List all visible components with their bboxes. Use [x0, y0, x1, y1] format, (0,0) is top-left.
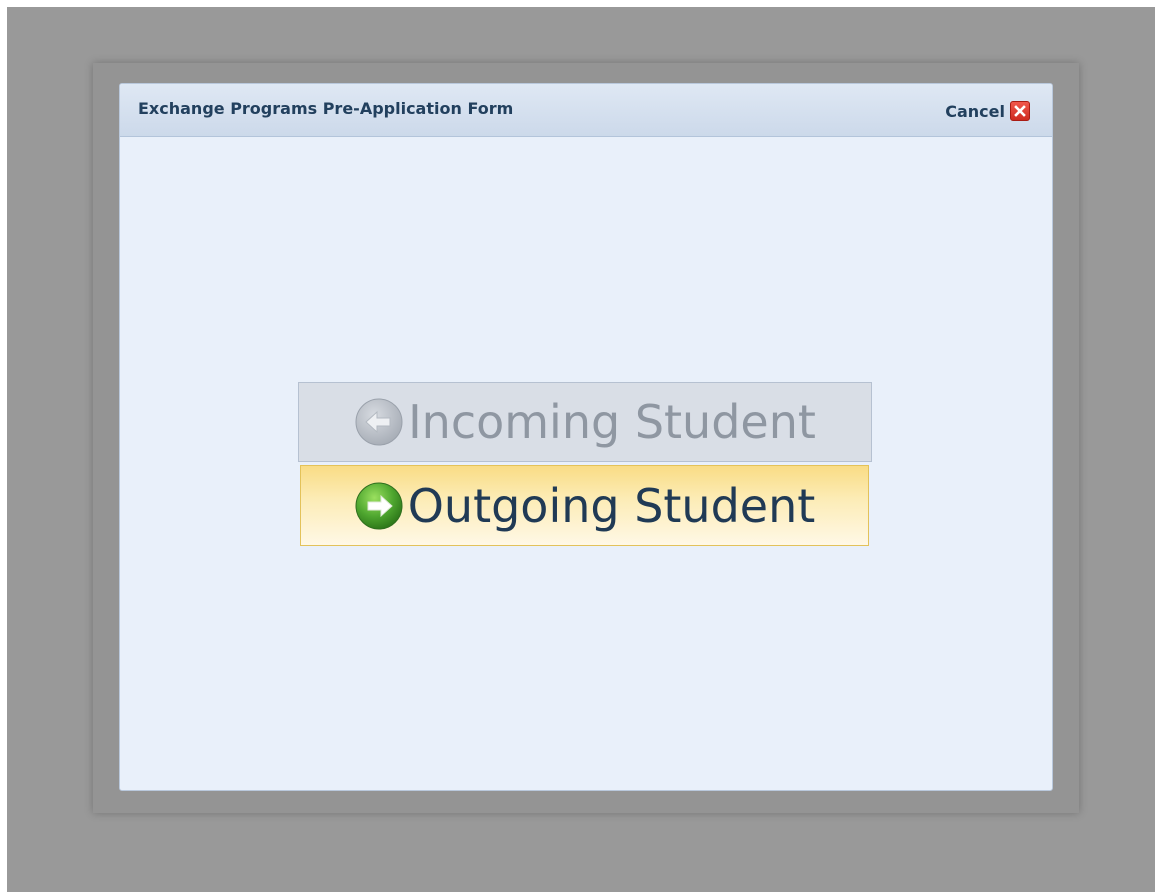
close-icon[interactable] [1010, 101, 1030, 121]
outgoing-student-button[interactable]: Outgoing Student [300, 465, 869, 546]
incoming-student-label: Incoming Student [408, 395, 816, 449]
cancel-button[interactable]: Cancel [945, 100, 1030, 122]
cancel-label: Cancel [945, 101, 1005, 121]
arrow-right-circle-icon [354, 481, 404, 531]
arrow-left-circle-icon [354, 397, 404, 447]
incoming-student-button[interactable]: Incoming Student [298, 382, 872, 462]
dialog-titlebar: Exchange Programs Pre-Application Form C… [120, 84, 1052, 137]
pre-application-dialog: Exchange Programs Pre-Application Form C… [119, 83, 1053, 791]
dialog-title: Exchange Programs Pre-Application Form [138, 99, 514, 118]
outgoing-student-label: Outgoing Student [407, 478, 816, 533]
